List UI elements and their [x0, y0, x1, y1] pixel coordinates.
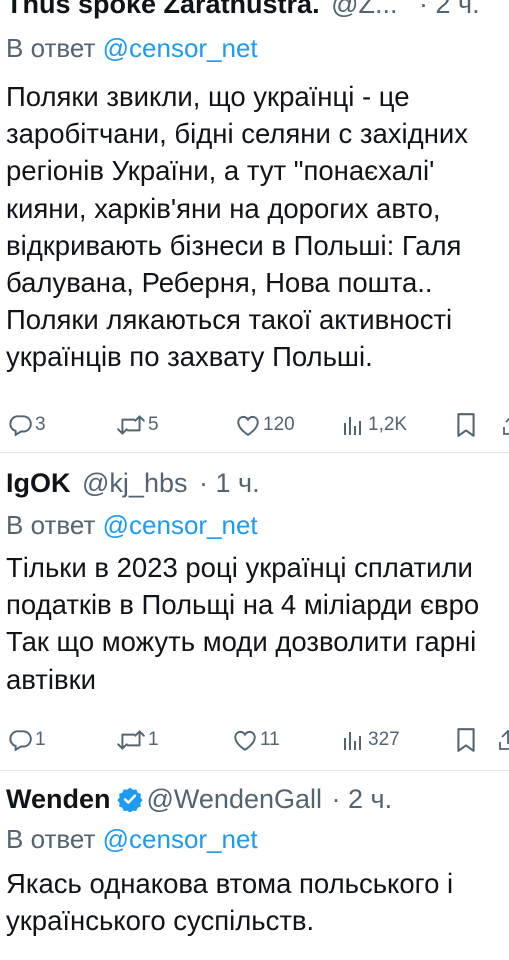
- retweet-button[interactable]: 5: [116, 410, 159, 440]
- reply-context: В ответ @censor_net: [6, 509, 258, 541]
- like-count: 11: [260, 729, 280, 750]
- author-handle[interactable]: @WendenGall: [147, 784, 323, 814]
- tweet-header: Wenden @WendenGall · 2 ч.: [6, 783, 392, 815]
- author-name[interactable]: Wenden: [6, 784, 111, 814]
- reply-context: В ответ @censor_net: [6, 823, 258, 855]
- reply-prefix: В ответ: [6, 824, 96, 854]
- reply-mention-link[interactable]: @censor_net: [103, 510, 258, 540]
- comment-bubble-icon: [9, 415, 32, 437]
- retweet-button[interactable]: 1: [116, 725, 159, 755]
- tweet-text-line: Поляки звикли, що українці - це: [6, 81, 410, 112]
- author-name[interactable]: Thus spoke Zarathustra.: [6, 0, 320, 19]
- like-button[interactable]: 120: [235, 410, 295, 440]
- reply-count: 3: [35, 414, 46, 435]
- tweet-text-line: українців по захвату Польші.: [6, 341, 373, 373]
- retweet-icon: [117, 730, 145, 750]
- bookmark-button[interactable]: [455, 725, 477, 755]
- bookmark-icon: [457, 728, 475, 752]
- tweet-text-line: Тільки в 2023 році українці сплатили: [6, 552, 473, 583]
- reply-prefix: В ответ: [6, 33, 96, 63]
- tweet-1[interactable]: Thus spoke Zarathustra. @Z... · 2 ч. В о…: [0, 0, 509, 452]
- tweet-text-line: Поляки лякаються такої активності: [6, 304, 453, 336]
- views-button[interactable]: 1,2K: [342, 410, 407, 440]
- tweet-text-line: Так що можуть моди дозволити гарні: [6, 626, 477, 658]
- bookmark-icon: [457, 413, 475, 437]
- like-count: 120: [263, 414, 295, 435]
- reply-mention-link[interactable]: @censor_net: [103, 33, 258, 63]
- heart-icon: [234, 730, 256, 751]
- tweet-text-line: заробітчани, бідні селяни с західних: [6, 118, 468, 150]
- tweet-text: Якась однакова втома польського і україн…: [6, 865, 509, 939]
- like-button[interactable]: 11: [232, 725, 280, 755]
- comment-bubble-icon: [9, 730, 32, 752]
- tweet-text-line: Якась однакова втома польського і: [6, 868, 454, 899]
- tweet-text: Поляки звикли, що українці - це заробітч…: [6, 78, 509, 376]
- share-button[interactable]: [496, 725, 509, 755]
- views-count: 327: [368, 729, 400, 750]
- tweet-text-line: балувана, Реберня, Нова пошта..: [6, 267, 433, 299]
- tweet-time[interactable]: · 2 ч.: [332, 784, 393, 814]
- tweet-actions: 3 5 120 1,2K: [0, 410, 509, 440]
- tweet-text-line: українського суспільств.: [6, 905, 315, 937]
- tweet-time[interactable]: · 2 ч.: [419, 0, 480, 19]
- tweet-text-line: кияни, харків'яни на дорогих авто,: [6, 192, 441, 224]
- tweet-text: Тільки в 2023 році українці сплатили под…: [6, 549, 509, 698]
- views-count: 1,2K: [368, 414, 408, 435]
- tweet-3[interactable]: Wenden @WendenGall · 2 ч. В ответ @censor…: [0, 771, 509, 960]
- tweet-text-line: податків в Польщі на 4 міліарди євро: [6, 589, 480, 621]
- tweet-time[interactable]: · 1 ч.: [199, 468, 260, 498]
- tweet-actions: 1 1 11 327: [0, 725, 509, 755]
- reply-count: 1: [35, 729, 46, 750]
- tweet-text-line: регіонів України, а тут "понаєхалі': [6, 155, 435, 187]
- retweet-count: 1: [148, 729, 159, 750]
- share-icon: [499, 729, 509, 750]
- tweet-header: Thus spoke Zarathustra. @Z... · 2 ч.: [6, 0, 480, 20]
- tweet-text-line: відкривають бізнеси в Польші: Галя: [6, 229, 462, 261]
- tweet-2[interactable]: IgOK @kj_hbs · 1 ч. В ответ @censor_net …: [0, 453, 509, 770]
- retweet-icon: [117, 415, 145, 435]
- views-chart-icon: [344, 417, 361, 435]
- reply-prefix: В ответ: [6, 510, 96, 540]
- reply-context: В ответ @censor_net: [6, 32, 258, 64]
- heart-icon: [237, 415, 259, 436]
- author-handle[interactable]: @kj_hbs: [82, 468, 187, 498]
- retweet-count: 5: [148, 414, 159, 435]
- bookmark-button[interactable]: [455, 410, 477, 440]
- author-name[interactable]: IgOK: [6, 468, 71, 498]
- verified-badge-icon: [116, 787, 143, 812]
- reply-mention-link[interactable]: @censor_net: [103, 824, 258, 854]
- share-button[interactable]: [500, 410, 509, 440]
- reply-button[interactable]: 1: [7, 725, 46, 755]
- share-icon: [503, 417, 509, 435]
- views-chart-icon: [344, 732, 361, 750]
- author-handle[interactable]: @Z...: [331, 0, 397, 19]
- reply-button[interactable]: 3: [7, 410, 46, 440]
- tweet-text-line: автівки: [6, 663, 97, 695]
- tweet-header: IgOK @kj_hbs · 1 ч.: [6, 467, 260, 499]
- views-button[interactable]: 327: [342, 725, 400, 755]
